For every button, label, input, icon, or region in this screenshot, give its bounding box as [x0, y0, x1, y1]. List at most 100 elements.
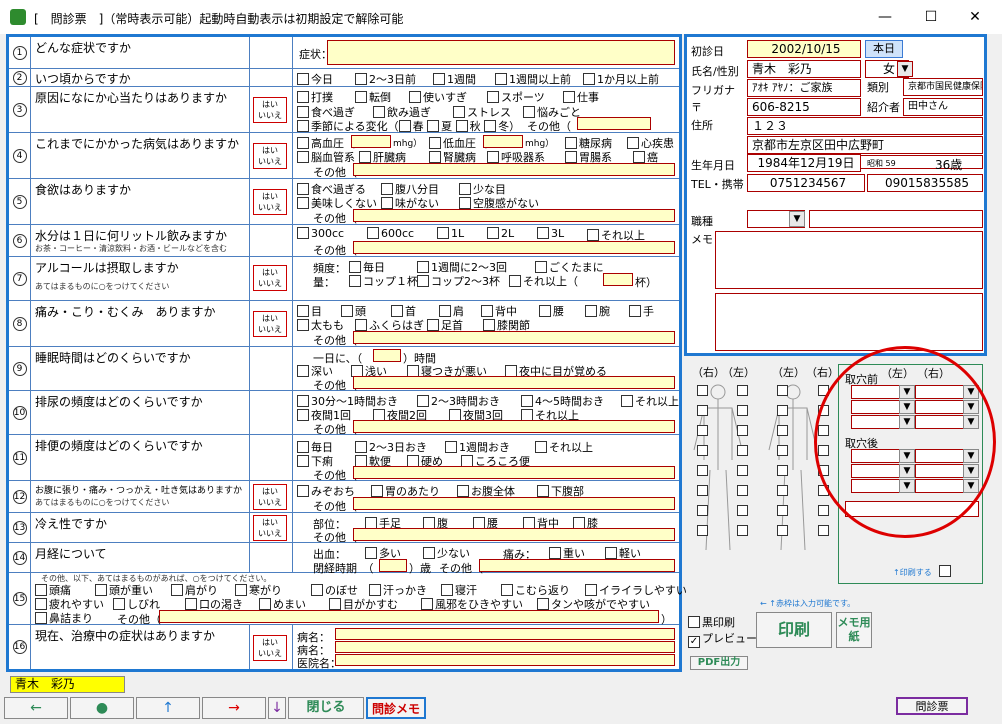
- question-row-8: 8 痛み・こり・むくみ ありますか はい いいえ 目 頭 首 肩 背中 腰 腕 手…: [9, 301, 679, 347]
- memo-paper-button[interactable]: メモ用紙: [836, 612, 872, 648]
- clinic-input[interactable]: [335, 654, 675, 666]
- mobile-field[interactable]: 09015835585: [867, 174, 983, 192]
- option-checkbox[interactable]: しびれ: [113, 596, 160, 612]
- option-checkbox[interactable]: みぞおち: [297, 483, 355, 499]
- other-input[interactable]: [353, 420, 675, 433]
- other-input[interactable]: [353, 163, 675, 176]
- yes-no-toggle[interactable]: はい いいえ: [253, 97, 287, 123]
- yes-no-toggle[interactable]: はい いいえ: [253, 143, 287, 169]
- option-checkbox[interactable]: 腰: [539, 303, 564, 319]
- maximize-button[interactable]: ☐: [908, 6, 954, 28]
- amount-input[interactable]: [603, 273, 633, 286]
- yes-no-toggle[interactable]: はい いいえ: [253, 515, 287, 541]
- today-button[interactable]: 本日: [865, 40, 903, 58]
- other-input[interactable]: [353, 209, 675, 222]
- referrer-field[interactable]: 田中さん: [903, 98, 983, 116]
- chevron-down-icon[interactable]: ▼: [789, 211, 805, 227]
- preview-checkbox[interactable]: ✓ プレビュー: [688, 630, 757, 648]
- other-input[interactable]: [353, 528, 675, 541]
- disease-input-2[interactable]: [335, 641, 675, 653]
- sleep-hours-input[interactable]: [373, 349, 401, 362]
- disease-input[interactable]: [335, 628, 675, 640]
- birthdate-field[interactable]: 1984年12月19日: [747, 154, 861, 172]
- other-input[interactable]: [479, 559, 675, 572]
- other-input[interactable]: [353, 376, 675, 389]
- bp-low-input[interactable]: [483, 135, 523, 148]
- kana-field[interactable]: ｱｵｷ ｱﾔﾉ：ご家族: [747, 79, 861, 97]
- option-checkbox[interactable]: 手: [629, 303, 654, 319]
- option-checkbox[interactable]: 1週間以上前: [495, 71, 571, 87]
- option-checkbox[interactable]: 鼻詰まり: [35, 610, 93, 626]
- memo-button[interactable]: 問診メモ: [366, 697, 426, 719]
- yes-no-toggle[interactable]: はい いいえ: [253, 635, 287, 661]
- option-checkbox[interactable]: 2L: [487, 227, 514, 240]
- up-button[interactable]: ↑: [136, 697, 200, 719]
- option-checkbox[interactable]: 打撲: [297, 89, 333, 105]
- option-checkbox[interactable]: 1L: [437, 227, 464, 240]
- question-row-4: 4 これまでにかかった病気はありますか はい いいえ 高血圧（ mhg） 低血圧（…: [9, 133, 679, 179]
- option-checkbox[interactable]: 1週間: [433, 71, 476, 87]
- option-checkbox[interactable]: それ以上（: [509, 273, 578, 289]
- questionnaire-button[interactable]: 問診票: [896, 697, 968, 715]
- option-checkbox[interactable]: 今日: [297, 71, 333, 87]
- close-button[interactable]: 閉じる: [288, 697, 364, 719]
- option-checkbox[interactable]: 600cc: [367, 227, 414, 240]
- option-checkbox[interactable]: 太もも: [297, 317, 344, 333]
- option-checkbox[interactable]: それ以上: [621, 393, 679, 409]
- yes-no-toggle[interactable]: はい いいえ: [253, 311, 287, 337]
- option-checkbox[interactable]: 1か月以上前: [583, 71, 659, 87]
- other-label: その他（: [527, 120, 571, 133]
- tel-field[interactable]: 0751234567: [747, 174, 865, 192]
- option-checkbox[interactable]: 300cc: [297, 227, 344, 240]
- chevron-down-icon[interactable]: ▼: [897, 61, 913, 77]
- memo-field-1[interactable]: [715, 231, 983, 289]
- option-checkbox[interactable]: 使いすぎ: [409, 89, 467, 105]
- address-field-1[interactable]: １２３: [747, 117, 983, 135]
- other-input[interactable]: [159, 610, 659, 623]
- down-button[interactable]: ↓: [268, 697, 286, 719]
- prev-button[interactable]: ←: [4, 697, 68, 719]
- option-checkbox[interactable]: 転倒: [355, 89, 391, 105]
- other-input[interactable]: [353, 241, 675, 254]
- print-button[interactable]: 印刷: [756, 612, 832, 648]
- zip-field[interactable]: 606-8215: [747, 98, 861, 116]
- other-input[interactable]: [353, 466, 675, 479]
- next-button[interactable]: →: [202, 697, 266, 719]
- name-field[interactable]: 青木 彩乃: [747, 60, 861, 78]
- option-checkbox[interactable]: それ以上: [535, 439, 593, 455]
- question-row-3: 3 原因になにか心当たりはありますか はい いいえ 打撲 転倒 使いすぎ スポーツ…: [9, 87, 679, 133]
- other-input[interactable]: [577, 117, 651, 130]
- black-print-checkbox[interactable]: 黒印刷: [688, 614, 735, 630]
- job-detail-field[interactable]: [809, 210, 983, 228]
- insurance-type-field[interactable]: 京都市国民健康保険: [903, 78, 983, 96]
- yes-no-toggle[interactable]: はい いいえ: [253, 265, 287, 291]
- close-window-button[interactable]: ✕: [952, 6, 998, 28]
- bp-high-input[interactable]: [351, 135, 391, 148]
- question-text: 排便の頻度はどのくらいですか: [35, 439, 203, 453]
- option-checkbox[interactable]: 仕事: [563, 89, 599, 105]
- option-checkbox[interactable]: 腕: [585, 303, 610, 319]
- pdf-export-button[interactable]: PDF出力: [690, 656, 748, 670]
- other-input[interactable]: [353, 331, 675, 344]
- option-checkbox[interactable]: 脳血管系: [297, 149, 355, 165]
- other-input[interactable]: [353, 497, 675, 510]
- address-field-2[interactable]: 京都市左京区田中広野町: [747, 136, 983, 154]
- menopause-age-input[interactable]: [379, 559, 407, 572]
- option-checkbox[interactable]: 2～3日前: [355, 71, 416, 87]
- option-checkbox[interactable]: 3L: [537, 227, 564, 240]
- minimize-button[interactable]: —: [862, 6, 908, 28]
- question-text: 睡眠時間はどのくらいですか: [35, 351, 191, 365]
- yes-no-toggle[interactable]: はい いいえ: [253, 484, 287, 510]
- option-checkbox[interactable]: スポーツ: [487, 89, 545, 105]
- memo-field-2[interactable]: [715, 293, 983, 351]
- symptom-input[interactable]: [327, 40, 675, 65]
- option-checkbox[interactable]: コップ2～3杯: [417, 273, 500, 289]
- yes-no-toggle[interactable]: はい いいえ: [253, 189, 287, 215]
- question-text: 食欲はありますか: [35, 183, 132, 197]
- option-checkbox[interactable]: コップ１杯: [349, 273, 418, 289]
- home-dot-button[interactable]: ●: [70, 697, 134, 719]
- option-checkbox[interactable]: 少ない: [423, 545, 470, 561]
- option-checkbox[interactable]: 季節による変化（春 夏 秋 冬）: [297, 118, 520, 134]
- print-diagram-checkbox[interactable]: [939, 565, 951, 577]
- first-visit-field[interactable]: 2002/10/15: [747, 40, 861, 58]
